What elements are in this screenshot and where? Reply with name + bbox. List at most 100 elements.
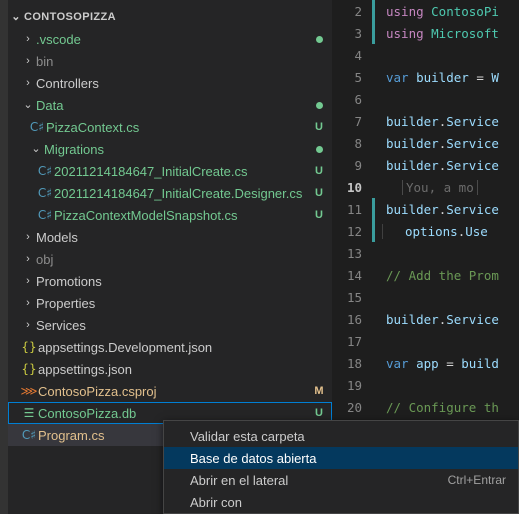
code-line: 5 var builder = W [332, 66, 519, 88]
tree-item-label: Properties [36, 295, 96, 311]
git-decoration: U [315, 209, 323, 221]
tree-item-label: bin [36, 53, 54, 69]
chevron-right-icon[interactable]: › [20, 319, 36, 331]
tree-item-label: Data [36, 97, 64, 113]
context-menu-items: Validar esta carpeta Base de datos abiert… [164, 425, 518, 513]
sidebar-item-controllers[interactable]: › Controllers [8, 72, 332, 94]
code-line: 19 [332, 374, 519, 396]
code-token: ContosoPi [431, 3, 499, 19]
chevron-right-icon[interactable]: › [20, 275, 36, 287]
change-bar [372, 242, 375, 264]
sidebar-item-promotions[interactable]: › Promotions [8, 270, 332, 292]
sidebar-item-bin[interactable]: › bin [8, 50, 332, 72]
code-token: = [446, 355, 462, 371]
tree-item-label: .vscode [36, 31, 81, 47]
csproj-icon: ⋙ [20, 384, 38, 398]
sidebar-item-initialcreate-cs[interactable]: C♯ 20211214184647_InitialCreate.cs U [8, 160, 332, 182]
code-token: app [416, 355, 447, 371]
sidebar-item-migrations[interactable]: ⌄ Migrations [8, 138, 332, 160]
context-menu-item-open-to-side[interactable]: Abrir en el lateral Ctrl+Entrar [164, 469, 518, 491]
git-decoration: M [314, 385, 324, 397]
activity-bar-edge [0, 0, 8, 514]
chevron-right-icon[interactable]: › [20, 33, 36, 45]
context-menu-item-validate-folder[interactable]: Validar esta carpeta [164, 425, 518, 447]
change-bar [372, 132, 375, 154]
code-token: = [476, 69, 492, 85]
code-text: builder.Service [380, 136, 519, 151]
csharp-icon: C♯ [37, 208, 53, 222]
code-token: builder [386, 201, 439, 217]
tree-item-label: ContosoPizza.db [38, 405, 137, 421]
chevron-right-icon[interactable]: › [20, 55, 36, 67]
chevron-right-icon[interactable]: › [20, 231, 36, 243]
context-menu-item-open-with[interactable]: Abrir con [164, 491, 518, 513]
line-number: 14 [346, 267, 362, 283]
change-bar [372, 110, 375, 132]
sidebar-item-properties[interactable]: › Properties [8, 292, 332, 314]
tree-item-label: 20211214184647_InitialCreate.cs [54, 163, 248, 179]
change-bar [372, 66, 375, 88]
chevron-right-icon[interactable]: › [20, 77, 36, 89]
line-number: 8 [354, 135, 362, 151]
code-token: options [405, 223, 458, 239]
change-bar [372, 88, 375, 110]
git-dot-icon [315, 101, 323, 109]
context-menu-item-open-database[interactable]: Base de datos abierta [164, 447, 518, 469]
code-text: builder.Service [380, 202, 519, 217]
line-number: 3 [354, 25, 362, 41]
context-menu-item-label: Base de datos abierta [190, 450, 317, 466]
code-token: Microsoft [431, 25, 499, 41]
sidebar-item-pizzacontextmodelsnapshot-cs[interactable]: C♯ PizzaContextModelSnapshot.cs U [8, 204, 332, 226]
change-bar [372, 286, 375, 308]
code-line: 8 builder.Service [332, 132, 519, 154]
line-number: 15 [346, 289, 362, 305]
code-line: 12 options.Use [332, 220, 519, 242]
code-line: 2 using ContosoPi [332, 0, 519, 22]
sidebar-item-initialcreate-designer-cs[interactable]: C♯ 20211214184647_InitialCreate.Designer.… [8, 182, 332, 204]
chevron-right-icon[interactable]: › [20, 297, 36, 309]
sidebar-item-obj[interactable]: › obj [8, 248, 332, 270]
code-token: // Add the Prom [386, 267, 499, 283]
line-number: 10 [346, 179, 362, 195]
sidebar-item-services[interactable]: › Services [8, 314, 332, 336]
sidebar-item-models[interactable]: › Models [8, 226, 332, 248]
json-icon: {} [21, 340, 37, 354]
sidebar-item-data[interactable]: ⌄ Data [8, 94, 332, 116]
code-text: var app = build [380, 356, 519, 371]
code-line: 11 builder.Service [332, 198, 519, 220]
context-menu-item-label: Abrir con [190, 494, 243, 510]
code-line: 7 builder.Service [332, 110, 519, 132]
sidebar-item-contosopizza-csproj[interactable]: ⋙ ContosoPizza.csproj M [8, 380, 332, 402]
code-token: using [386, 25, 432, 41]
git-decoration: U [315, 165, 323, 177]
git-dot-icon [315, 145, 323, 153]
line-number: 5 [354, 69, 362, 85]
tree-item-label: appsettings.json [38, 361, 132, 377]
sidebar-item-appsettings-development-json[interactable]: {} appsettings.Development.json [8, 336, 332, 358]
git-decoration: U [315, 187, 323, 199]
code-line: 18 var app = build [332, 352, 519, 374]
line-number: 2 [354, 3, 362, 19]
change-bar [372, 264, 375, 286]
code-token: Service [446, 135, 499, 151]
git-dot-icon [315, 35, 323, 43]
chevron-down-icon[interactable]: ⌄ [28, 143, 44, 155]
tree-item-label: PizzaContextModelSnapshot.cs [54, 207, 238, 223]
sidebar-item-appsettings-json[interactable]: {} appsettings.json [8, 358, 332, 380]
chevron-right-icon[interactable]: › [20, 253, 36, 265]
line-number: 7 [354, 113, 362, 129]
git-decoration [306, 33, 332, 45]
change-bar [372, 22, 375, 44]
explorer-section-header[interactable]: ⌄ CONTOSOPIZZA [8, 6, 332, 28]
tree-item-label: Promotions [36, 273, 102, 289]
chevron-down-icon[interactable]: ⌄ [20, 99, 36, 111]
code-line: 9 builder.Service [332, 154, 519, 176]
code-line: 6 [332, 88, 519, 110]
tree-item-label: PizzaContext.cs [46, 119, 140, 135]
change-bar [372, 176, 375, 198]
sidebar-item-vscode[interactable]: › .vscode [8, 28, 332, 50]
sidebar-item-pizzacontext-cs[interactable]: C♯ PizzaContext.cs U [8, 116, 332, 138]
code-token: Use [465, 223, 488, 239]
code-line: 16 builder.Service [332, 308, 519, 330]
git-decoration: U [315, 407, 323, 419]
